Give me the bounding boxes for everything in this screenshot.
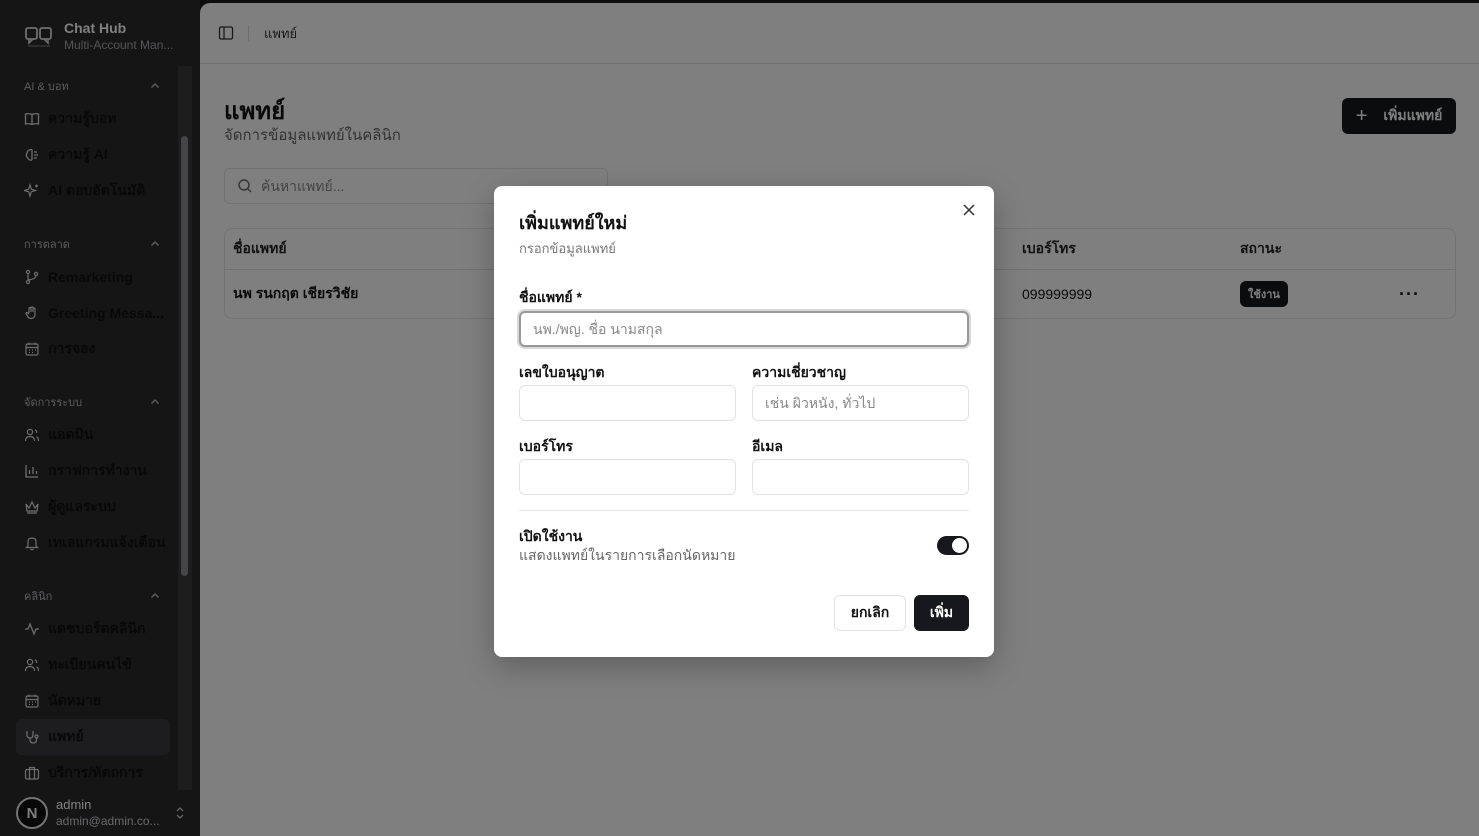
add-doctor-dialog: เพิ่มแพทย์ใหม่ กรอกข้อมูลแพทย์ ชื่อแพทย์… [494,186,994,657]
divider [519,510,969,511]
close-icon[interactable] [963,204,975,216]
doctor-name-input[interactable] [519,311,969,347]
license-label: เลขใบอนุญาต [519,364,605,380]
specialty-label: ความเชี่ยวชาญ [752,364,846,380]
cancel-button[interactable]: ยกเลิก [834,595,906,631]
active-toggle-description: แสดงแพทย์ในรายการเลือกนัดหมาย [519,547,736,563]
dialog-title: เพิ่มแพทย์ใหม่ [519,213,628,233]
email-input[interactable] [752,459,969,495]
name-label: ชื่อแพทย์ * [519,289,582,305]
active-toggle[interactable] [937,536,969,555]
license-input[interactable] [519,385,736,421]
dialog-subtitle: กรอกข้อมูลแพทย์ [519,241,616,256]
submit-button[interactable]: เพิ่ม [914,595,969,631]
phone-input[interactable] [519,459,736,495]
phone-label: เบอร์โทร [519,438,573,454]
specialty-input[interactable] [752,385,969,421]
toggle-knob [952,538,967,553]
email-label: อีเมล [752,438,784,454]
